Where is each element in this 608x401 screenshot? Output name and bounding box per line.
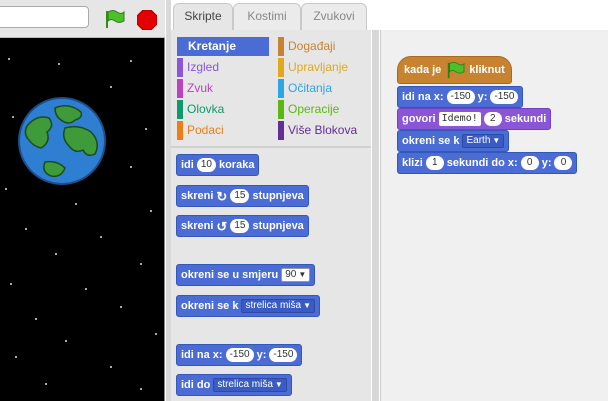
block-go-to[interactable]: idi do strelica miša ▼ — [176, 374, 292, 396]
category-motion[interactable]: Kretanje — [177, 37, 269, 56]
category-data[interactable]: Podaci — [177, 121, 269, 140]
category-looks[interactable]: Izgled — [177, 58, 269, 77]
script-go-to-xy[interactable]: idi na x: -150 y: -150 — [397, 86, 524, 108]
block-point-in-direction[interactable]: okreni se u smjeru 90 ▼ — [176, 264, 316, 286]
chevron-down-icon: ▼ — [492, 136, 501, 145]
chevron-down-icon: ▼ — [303, 301, 311, 310]
tab-scripts[interactable]: Skripte — [173, 3, 233, 31]
block-turn-right[interactable]: skreni ↻ 15 stupnjeva — [176, 185, 309, 207]
point-towards-dropdown[interactable]: strelica miša ▼ — [241, 299, 315, 313]
rotate-right-icon: ↻ — [216, 188, 228, 204]
palette-scrollbar[interactable] — [372, 30, 379, 401]
palette-divider — [171, 146, 371, 148]
tab-bar: Skripte Kostimi Zvukovi — [171, 0, 608, 31]
block-palette: Kretanje Izgled Zvuk Olovka Podaci Događ… — [171, 30, 371, 401]
category-control[interactable]: Upravljanje — [278, 58, 370, 77]
category-pen[interactable]: Olovka — [177, 100, 269, 119]
tab-costumes[interactable]: Kostimi — [233, 3, 301, 30]
block-go-to-xy[interactable]: idi na x: -150 y: -150 — [176, 344, 303, 366]
green-flag-icon[interactable] — [103, 9, 125, 29]
block-point-towards[interactable]: okreni se k strelica miša ▼ — [176, 295, 320, 317]
direction-dropdown[interactable]: 90 ▼ — [281, 268, 311, 282]
chevron-down-icon: ▼ — [298, 270, 307, 279]
stage[interactable] — [0, 38, 165, 401]
script-say-for-secs[interactable]: govori Idemo! 2 sekundi — [397, 108, 552, 130]
script-area[interactable]: kada je kliknut idi na x: -150 y: -150 govo… — [380, 30, 608, 401]
point-towards-dropdown[interactable]: Earth ▼ — [462, 134, 505, 148]
chevron-down-icon: ▼ — [274, 380, 283, 389]
category-sound[interactable]: Zvuk — [177, 79, 269, 98]
category-operators[interactable]: Operacije — [278, 100, 370, 119]
block-when-flag-clicked[interactable]: kada je kliknut — [397, 56, 512, 84]
green-flag-icon — [448, 61, 465, 79]
go-to-dropdown[interactable]: strelica miša ▼ — [213, 378, 287, 392]
category-sensing[interactable]: Očitanja — [278, 79, 370, 98]
tab-sounds[interactable]: Zvukovi — [301, 3, 367, 30]
stage-header — [0, 0, 165, 38]
earth-sprite[interactable] — [17, 96, 107, 186]
block-turn-left[interactable]: skreni ↺ 15 stupnjeva — [176, 215, 309, 237]
rotate-left-icon: ↺ — [216, 218, 228, 234]
category-more-blocks[interactable]: Više Blokova — [278, 121, 370, 140]
project-title-field[interactable] — [0, 6, 89, 28]
script-point-towards[interactable]: okreni se k Earth ▼ — [397, 130, 510, 152]
stop-icon[interactable] — [137, 10, 157, 30]
block-move-steps[interactable]: idi 10 koraka — [176, 154, 260, 176]
script-glide[interactable]: klizi 1 sekundi do x: 0 y: 0 — [397, 152, 578, 174]
category-events[interactable]: Događaji — [278, 37, 370, 56]
